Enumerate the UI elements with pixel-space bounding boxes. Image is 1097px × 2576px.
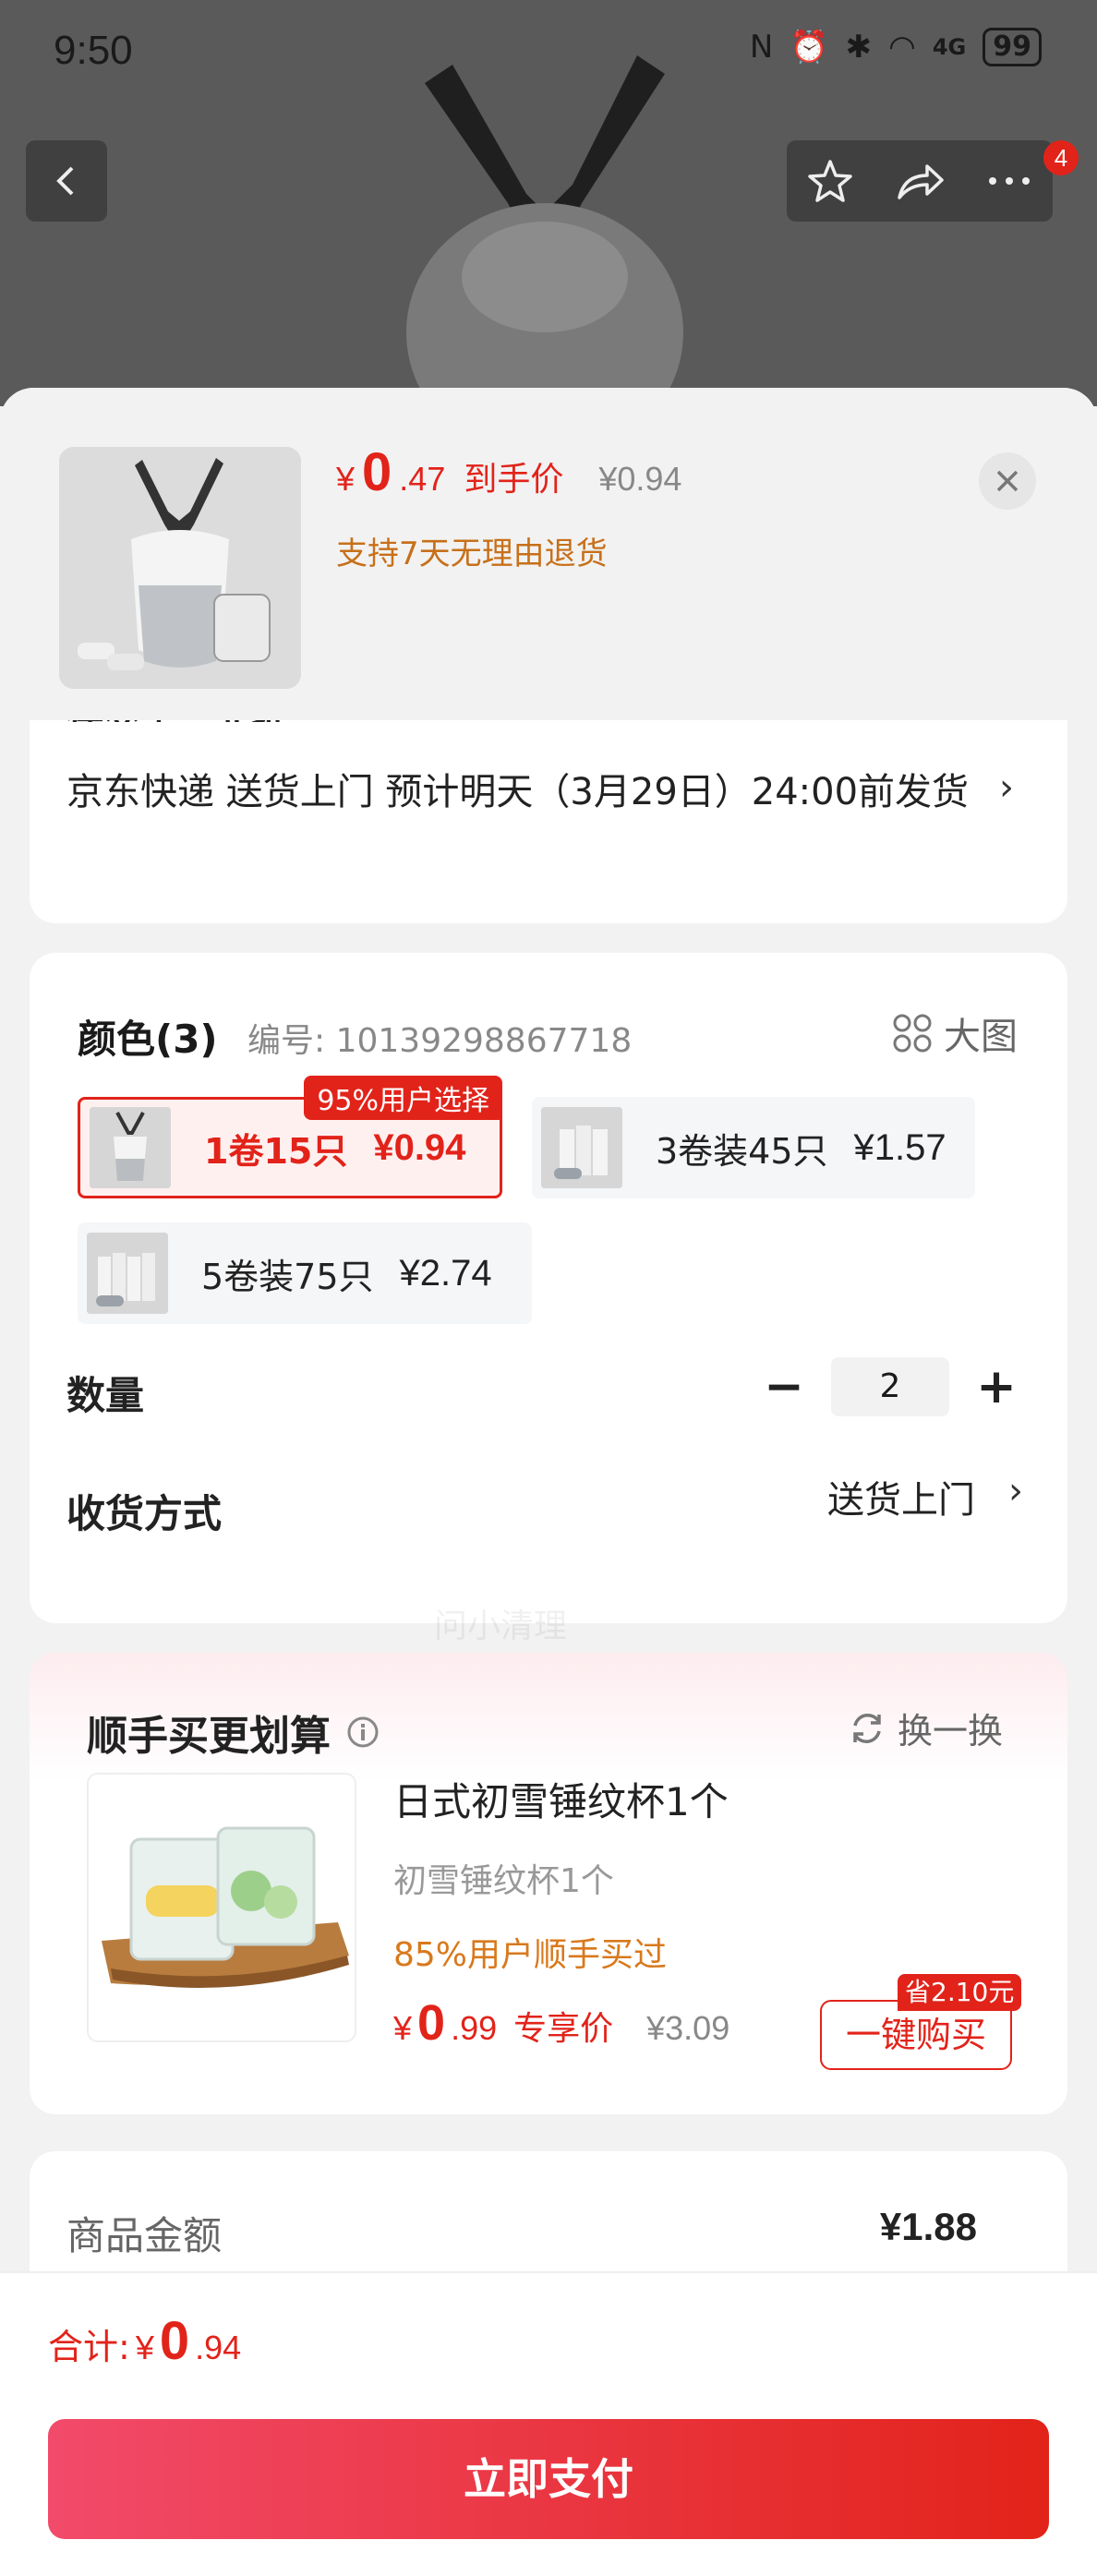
status-icons: N ⏰ ✱ ◠ 4G 99 bbox=[750, 28, 1042, 66]
signal-icon: 4G bbox=[932, 34, 967, 60]
addon-price-tag: 专享价 bbox=[513, 2010, 614, 2048]
option-thumbnail bbox=[541, 1107, 622, 1188]
addon-product-spec: 初雪锤纹杯1个 bbox=[393, 1862, 614, 1900]
popular-badge: 95%用户选择 bbox=[304, 1076, 502, 1120]
color-option-2[interactable]: 3卷装45只 ¥1.57 bbox=[532, 1097, 975, 1198]
close-button[interactable] bbox=[979, 452, 1036, 510]
close-icon bbox=[996, 470, 1019, 492]
sheet-header: ¥0.47 到手价 ¥0.94 支持7天无理由退货 bbox=[0, 388, 1097, 720]
refresh-label: 换一换 bbox=[897, 1711, 1003, 1751]
bluetooth-icon: ✱ bbox=[845, 29, 873, 66]
nfc-icon: N bbox=[749, 29, 774, 66]
addon-price-integer: 0 bbox=[417, 1995, 446, 2051]
grid-icon bbox=[893, 1014, 932, 1053]
more-icon[interactable] bbox=[985, 172, 1033, 190]
addon-card: 顺手买更划算 换一换 日式初雪锤纹杯1个 初雪锤纹杯1个 85%用户顺手买过 ¥… bbox=[30, 1653, 1067, 2114]
increase-button[interactable]: + bbox=[973, 1359, 1019, 1414]
color-option-3[interactable]: 5卷装75只 ¥2.74 bbox=[78, 1222, 532, 1324]
battery-icon: 99 bbox=[982, 28, 1042, 66]
quantity-stepper: − 2 + bbox=[761, 1357, 1019, 1416]
decrease-button[interactable]: − bbox=[761, 1359, 807, 1414]
amount-value: ¥1.88 bbox=[879, 2205, 977, 2248]
notification-badge: 4 bbox=[1043, 140, 1079, 175]
currency-symbol: ¥ bbox=[393, 2009, 413, 2047]
color-option-1[interactable]: 1卷15只 ¥0.94 95%用户选择 bbox=[78, 1076, 502, 1198]
alarm-icon: ⏰ bbox=[790, 29, 829, 66]
save-badge: 省2.10元 bbox=[898, 1974, 1022, 2011]
options-card: 颜色(3) 编号: 10139298867718 大图 1卷15只 ¥0.94 … bbox=[30, 953, 1067, 1623]
addon-price: ¥0.99 专享价 ¥3.09 bbox=[393, 1994, 729, 2052]
total-integer: 0 bbox=[159, 2311, 190, 2371]
price-integer: 0 bbox=[362, 442, 392, 502]
shipping-method-label: 收货方式 bbox=[66, 1491, 223, 1536]
status-time: 9:50 bbox=[54, 28, 133, 73]
watermark: 问小清理 bbox=[434, 1607, 568, 1645]
total-decimal: .94 bbox=[195, 2329, 242, 2366]
option-thumbnail bbox=[90, 1107, 171, 1188]
sheet-price-line: ¥0.47 到手价 ¥0.94 bbox=[336, 441, 681, 503]
top-actions bbox=[787, 140, 1053, 222]
color-title: 颜色(3) bbox=[78, 1017, 218, 1062]
addon-purchase-stat: 85%用户顺手买过 bbox=[393, 1936, 668, 1974]
addon-product-name[interactable]: 日式初雪锤纹杯1个 bbox=[393, 1771, 729, 1827]
sku-sheet: ¥0.47 到手价 ¥0.94 支持7天无理由退货 任交至 “北推 京东快递 送… bbox=[0, 388, 1097, 2576]
big-picture-label: 大图 bbox=[944, 1016, 1018, 1058]
total-price: 合计: ¥0.94 bbox=[48, 2310, 241, 2372]
price-decimal: .47 bbox=[399, 460, 446, 498]
pay-now-button[interactable]: 立即支付 bbox=[48, 2419, 1049, 2539]
quantity-label: 数量 bbox=[66, 1373, 145, 1418]
option-label: 5卷装75只 bbox=[201, 1256, 374, 1297]
product-thumbnail bbox=[59, 447, 301, 689]
chevron-right-icon: › bbox=[1008, 1470, 1023, 1512]
product-code: 编号: 10139298867718 bbox=[247, 1022, 633, 1060]
addon-product-image[interactable] bbox=[87, 1773, 356, 2042]
product-image bbox=[59, 447, 301, 689]
total-label: 合计: bbox=[48, 2327, 130, 2367]
star-icon[interactable] bbox=[806, 157, 854, 205]
info-icon[interactable] bbox=[345, 1715, 380, 1750]
addon-title: 顺手买更划算 bbox=[87, 1703, 380, 1762]
glass-cups-image bbox=[89, 1775, 355, 2040]
addon-original-price: ¥3.09 bbox=[646, 2009, 730, 2047]
refresh-icon bbox=[853, 1713, 881, 1743]
addon-price-decimal: .99 bbox=[451, 2009, 498, 2047]
status-bar: 9:50 N ⏰ ✱ ◠ 4G 99 bbox=[0, 0, 1097, 102]
option-label: 1卷15只 bbox=[204, 1130, 348, 1172]
share-icon[interactable] bbox=[894, 157, 946, 205]
original-price: ¥0.94 bbox=[598, 460, 682, 498]
price-tag: 到手价 bbox=[464, 461, 564, 499]
option-price: ¥1.57 bbox=[853, 1126, 946, 1168]
chevron-right-icon: › bbox=[999, 766, 1014, 809]
return-policy-note: 支持7天无理由退货 bbox=[336, 536, 608, 572]
trash-bag-image bbox=[406, 55, 683, 406]
wifi-icon: ◠ bbox=[888, 29, 916, 66]
back-button[interactable] bbox=[26, 140, 107, 222]
option-price: ¥0.94 bbox=[373, 1126, 466, 1168]
option-thumbnail bbox=[87, 1233, 168, 1314]
option-label: 3卷装45只 bbox=[656, 1130, 828, 1172]
delivery-info: 京东快递 送货上门 预计明天（3月29日）24:00前发货 bbox=[66, 771, 970, 813]
shipping-method-value[interactable]: 送货上门 bbox=[827, 1470, 975, 1523]
currency-symbol: ¥ bbox=[336, 460, 356, 498]
delivery-card[interactable]: 任交至 “北推 京东快递 送货上门 预计明天（3月29日）24:00前发货 › bbox=[30, 700, 1067, 923]
refresh-button[interactable]: 换一换 bbox=[848, 1703, 1003, 1753]
big-picture-toggle[interactable]: 大图 bbox=[892, 1006, 1018, 1060]
chevron-left-icon bbox=[56, 166, 74, 196]
addon-title-text: 顺手买更划算 bbox=[87, 1713, 331, 1760]
option-price: ¥2.74 bbox=[399, 1252, 492, 1294]
amount-label: 商品金额 bbox=[66, 2213, 223, 2258]
quantity-value[interactable]: 2 bbox=[831, 1357, 949, 1416]
checkout-bar: 合计: ¥0.94 立即支付 bbox=[0, 2271, 1097, 2576]
background-product-page: 9:50 N ⏰ ✱ ◠ 4G 99 4 bbox=[0, 0, 1097, 406]
currency-symbol: ¥ bbox=[135, 2329, 154, 2366]
